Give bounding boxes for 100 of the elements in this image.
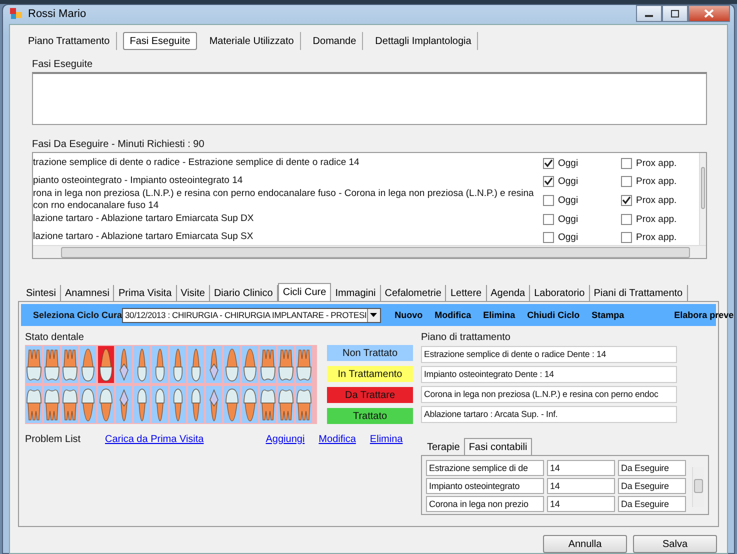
table-cell: Corona in lega non prezio bbox=[426, 496, 544, 512]
dialog-button[interactable]: Salva bbox=[633, 535, 717, 553]
tab[interactable]: Piano Trattamento bbox=[22, 32, 117, 50]
tooth-icon[interactable] bbox=[188, 346, 204, 383]
tooth-icon[interactable] bbox=[98, 386, 114, 423]
list-item[interactable]: lazione tartaro - Ablazione tartaro Emiarcata Sup DX bbox=[33, 213, 543, 225]
tooth-icon[interactable] bbox=[26, 346, 42, 383]
caret-icon bbox=[370, 313, 378, 317]
legend-item: Non Trattato bbox=[327, 345, 413, 361]
table-cell: Da Eseguire bbox=[618, 496, 686, 512]
toolbar-button[interactable]: Stampa bbox=[592, 310, 624, 320]
tab[interactable]: Fasi Eseguite bbox=[122, 32, 198, 50]
table-cell: Da Eseguire bbox=[618, 478, 686, 494]
tooth-icon[interactable] bbox=[206, 386, 222, 423]
list-item[interactable]: Impianto osteointegrato Dente : 14 bbox=[421, 366, 677, 383]
checkbox[interactable]: Oggi bbox=[543, 232, 621, 242]
toolbar-button[interactable]: Nuovo bbox=[394, 310, 423, 320]
tooth-icon[interactable] bbox=[224, 386, 240, 423]
tooth-icon[interactable] bbox=[224, 346, 240, 383]
tab[interactable]: Cicli Cure bbox=[278, 283, 332, 301]
tooth-icon[interactable] bbox=[116, 346, 132, 383]
tooth-icon[interactable] bbox=[170, 346, 186, 383]
app-icon bbox=[9, 6, 23, 20]
tooth-icon[interactable] bbox=[170, 386, 186, 423]
list-item[interactable]: trazione semplice di dente o radice - Estrazione semplice di dente o radice 14 bbox=[33, 157, 543, 169]
section-label: Fasi Da Eseguire - Minuti Richiesti : 90 bbox=[32, 139, 206, 152]
tooth-icon[interactable] bbox=[152, 386, 168, 423]
checkbox[interactable]: Prox app. bbox=[621, 176, 699, 186]
tooth-icon[interactable] bbox=[242, 346, 258, 383]
tooth-icon[interactable] bbox=[116, 386, 132, 423]
checkbox[interactable]: Prox app. bbox=[621, 232, 699, 242]
section-label: Fasi Eseguite bbox=[32, 59, 94, 72]
toolbar-button[interactable]: Elimina bbox=[483, 310, 516, 320]
checkbox[interactable]: Prox app. bbox=[621, 214, 699, 224]
tooth-icon[interactable] bbox=[134, 386, 150, 423]
tooth-icon[interactable] bbox=[80, 346, 96, 383]
close-button[interactable] bbox=[688, 5, 730, 22]
vertical-scrollbar[interactable] bbox=[699, 153, 706, 245]
link[interactable]: Elimina bbox=[370, 434, 403, 444]
tooth-icon[interactable] bbox=[44, 386, 60, 423]
list-item[interactable]: Ablazione tartaro : Arcata Sup. - Inf. bbox=[421, 406, 677, 423]
link[interactable]: Modifica bbox=[318, 434, 356, 444]
tooth-icon[interactable] bbox=[62, 386, 78, 423]
checkbox[interactable]: Oggi bbox=[543, 214, 621, 224]
tooth-icon[interactable] bbox=[296, 386, 312, 423]
tooth-icon[interactable] bbox=[278, 386, 294, 423]
list-item[interactable]: Estrazione semplice di dente o radice Dente : 14 bbox=[421, 346, 677, 363]
table-cell: Estrazione semplice di de bbox=[426, 460, 544, 476]
table-cell: Impianto osteointegrato bbox=[426, 478, 544, 494]
tooth-icon[interactable] bbox=[152, 346, 168, 383]
table-cell: Da Eseguire bbox=[618, 460, 686, 476]
toolbar-button[interactable]: Elabora preve bbox=[674, 310, 734, 320]
tab[interactable]: Materiale Utilizzato bbox=[203, 32, 301, 50]
tooth-icon[interactable] bbox=[296, 346, 312, 383]
checkbox[interactable]: Oggi bbox=[543, 158, 621, 168]
window-title: Rossi Mario bbox=[28, 8, 86, 20]
tab[interactable]: Domande bbox=[306, 32, 364, 50]
tab[interactable]: Dettagli Implantologia bbox=[369, 32, 478, 50]
tooth-icon[interactable] bbox=[26, 386, 42, 423]
horizontal-scrollbar[interactable] bbox=[33, 245, 706, 258]
dropdown[interactable]: 30/12/2013 : CHIRURGIA - CHIRURGIA IMPLANTARE - PROTESI bbox=[122, 308, 381, 322]
list-item[interactable]: Corona in lega non preziosa (L.N.P.) e resina con perno endoc bbox=[421, 386, 677, 403]
tooth-icon[interactable] bbox=[98, 346, 114, 383]
table-cell: 14 bbox=[547, 496, 615, 512]
checkbox[interactable]: Prox app. bbox=[621, 158, 699, 168]
section-label: Problem List bbox=[25, 434, 82, 444]
table-cell: 14 bbox=[547, 460, 615, 476]
tooth-icon[interactable] bbox=[278, 346, 294, 383]
legend-item: Trattato bbox=[327, 408, 413, 424]
tooth-icon[interactable] bbox=[260, 346, 276, 383]
tab[interactable]: Fasi contabili bbox=[464, 438, 532, 455]
close-icon bbox=[704, 9, 714, 18]
list-item[interactable]: lazione tartaro - Ablazione tartaro Emiarcata Sup SX bbox=[33, 231, 543, 243]
maximize-icon bbox=[670, 10, 680, 18]
toolbar-label: Seleziona Ciclo Cura bbox=[33, 310, 122, 320]
tooth-icon[interactable] bbox=[242, 386, 258, 423]
tooth-icon[interactable] bbox=[260, 386, 276, 423]
tooth-icon[interactable] bbox=[188, 386, 204, 423]
checkbox[interactable]: Oggi bbox=[543, 194, 621, 206]
tab[interactable]: Terapie bbox=[423, 440, 464, 455]
dialog-button[interactable]: Annulla bbox=[543, 535, 627, 553]
list-item[interactable]: pianto osteointegrato - Impianto osteointegrato 14 bbox=[33, 175, 543, 187]
minimize-button[interactable] bbox=[636, 5, 662, 22]
maximize-button[interactable] bbox=[662, 5, 688, 22]
tooth-icon[interactable] bbox=[62, 346, 78, 383]
tooth-icon[interactable] bbox=[134, 346, 150, 383]
tooth-icon[interactable] bbox=[206, 346, 222, 383]
link[interactable]: Aggiungi bbox=[266, 434, 305, 444]
toolbar-button[interactable]: Modifica bbox=[434, 310, 472, 320]
link[interactable]: Carica da Prima Visita bbox=[105, 434, 204, 444]
toolbar-button[interactable]: Chiudi Ciclo bbox=[527, 310, 580, 320]
section-label: Piano di trattamento bbox=[421, 332, 512, 345]
checkbox[interactable]: Oggi bbox=[543, 176, 621, 186]
table-cell: 14 bbox=[547, 478, 615, 494]
tooth-icon[interactable] bbox=[80, 386, 96, 423]
section-label: Stato dentale bbox=[25, 332, 85, 345]
checkbox[interactable]: Prox app. bbox=[621, 194, 699, 206]
text-area[interactable] bbox=[32, 72, 707, 125]
tooth-icon[interactable] bbox=[44, 346, 60, 383]
legend-item: Da Trattare bbox=[327, 387, 413, 403]
